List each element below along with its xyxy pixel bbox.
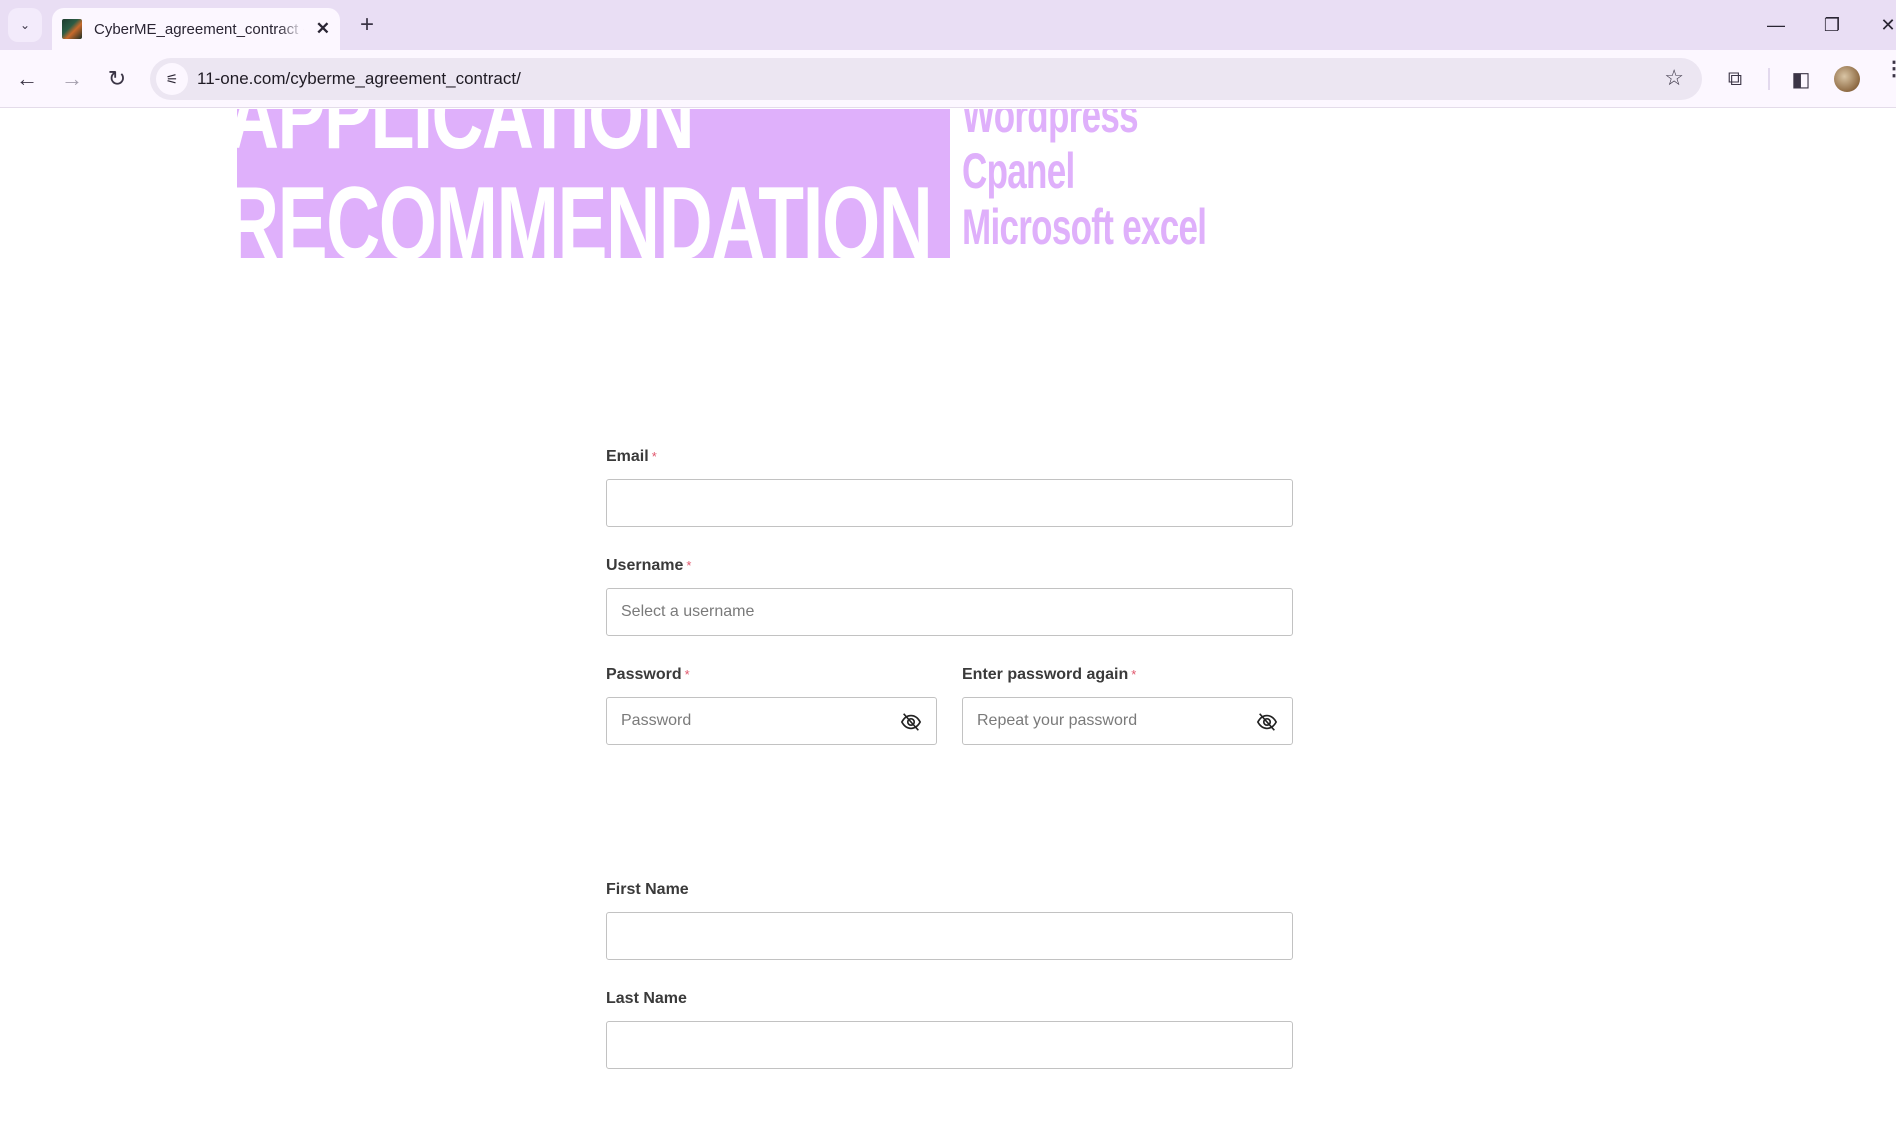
back-button[interactable]: ←	[10, 62, 44, 96]
last-name-field-group: Last Name	[606, 989, 1293, 1069]
email-label: Email *	[606, 447, 1293, 467]
profile-avatar[interactable]	[1834, 66, 1860, 92]
star-icon[interactable]: ☆	[1664, 65, 1684, 91]
password-repeat-field-group: Enter password again * Repeat your passwo…	[962, 665, 1293, 745]
eye-off-icon[interactable]	[1256, 711, 1278, 733]
required-marker: *	[1131, 667, 1137, 682]
side-panel-icon: ◧	[1791, 68, 1811, 91]
username-label-text: Username	[606, 557, 684, 574]
close-window-button[interactable]: ✕	[1868, 10, 1896, 40]
restore-button[interactable]: ❐	[1812, 10, 1852, 40]
password-placeholder: Password	[621, 712, 692, 729]
skill-item: Cpanel	[962, 143, 1075, 199]
minimize-button[interactable]: —	[1756, 10, 1796, 40]
puzzle-icon: ⧉	[1727, 67, 1743, 90]
first-name-label: First Name	[606, 881, 689, 898]
password-label: Password *	[606, 665, 937, 685]
page-content: APPLICATION RECOMMENDATION Wordpress Cpa…	[0, 109, 1896, 1135]
username-placeholder: Select a username	[621, 603, 755, 620]
url-text[interactable]: 11-one.com/cyberme_agreement_contract/	[197, 69, 521, 89]
skills-list: Wordpress Cpanel Microsoft excel	[962, 109, 1311, 255]
email-field-group: Email *	[606, 447, 1293, 527]
browser-tab-active[interactable]: CyberME_agreement_contract - ✕	[52, 8, 340, 50]
side-panel-button[interactable]: ◧	[1784, 62, 1818, 96]
browser-tab-bar: ⌄ CyberME_agreement_contract - ✕ + — ❐ ✕	[0, 0, 1896, 50]
restore-icon: ❐	[1823, 14, 1841, 35]
password-field[interactable]: Password	[606, 697, 937, 745]
required-marker: *	[651, 449, 657, 464]
plus-icon: +	[359, 11, 374, 38]
hero-banner: APPLICATION RECOMMENDATION	[237, 109, 950, 258]
chevron-down-icon: ⌄	[19, 18, 31, 32]
username-field-group: Username * Select a username	[606, 556, 1293, 636]
arrow-left-icon: ←	[16, 66, 38, 91]
password-label-text: Password	[606, 666, 682, 683]
tab-title: CyberME_agreement_contract -	[94, 20, 304, 38]
hero-word-bottom: RECOMMENDATION	[237, 166, 933, 258]
password-repeat-field[interactable]: Repeat your password	[962, 697, 1293, 745]
tune-icon: ⚟	[165, 70, 179, 87]
tab-close-icon[interactable]: ✕	[316, 19, 330, 39]
password-field-group: Password * Password	[606, 665, 937, 745]
favicon-icon	[62, 19, 82, 39]
address-bar[interactable]: ⚟ 11-one.com/cyberme_agreement_contract/…	[150, 58, 1702, 100]
minimize-icon: —	[1767, 14, 1785, 35]
extensions-button[interactable]: ⧉	[1718, 62, 1752, 96]
toolbar-divider	[1768, 68, 1770, 90]
browser-toolbar: ← → ↻ ⚟ 11-one.com/cyberme_agreement_con…	[0, 50, 1896, 108]
new-tab-button[interactable]: +	[352, 10, 382, 40]
close-icon: ✕	[1880, 14, 1896, 35]
email-field[interactable]	[606, 479, 1293, 527]
site-info-button[interactable]: ⚟	[156, 63, 188, 95]
password-repeat-label: Enter password again *	[962, 665, 1293, 685]
eye-off-icon[interactable]	[900, 711, 922, 733]
skill-item: Wordpress	[962, 109, 1139, 143]
skill-item: Microsoft excel	[962, 199, 1207, 255]
required-marker: *	[684, 667, 690, 682]
required-marker: *	[686, 558, 692, 573]
registration-form: Email * Username * Select a username Passw…	[606, 447, 1293, 1069]
last-name-field[interactable]	[606, 1021, 1293, 1069]
username-field[interactable]: Select a username	[606, 588, 1293, 636]
forward-button[interactable]: →	[55, 62, 89, 96]
first-name-field[interactable]	[606, 912, 1293, 960]
tab-search-button[interactable]: ⌄	[8, 8, 42, 42]
reload-button[interactable]: ↻	[100, 62, 134, 96]
last-name-label: Last Name	[606, 990, 687, 1007]
first-name-field-group: First Name	[606, 880, 1293, 960]
kebab-menu-icon[interactable]: ⋮	[1884, 59, 1896, 79]
password-repeat-label-text: Enter password again	[962, 666, 1129, 683]
password-repeat-placeholder: Repeat your password	[977, 712, 1138, 729]
arrow-right-icon: →	[61, 66, 83, 91]
username-label: Username *	[606, 556, 1293, 576]
email-label-text: Email	[606, 448, 649, 465]
hero-word-top: APPLICATION	[237, 109, 695, 169]
reload-icon: ↻	[107, 66, 127, 91]
password-row: Password * Password Enter password again *	[606, 665, 1293, 745]
